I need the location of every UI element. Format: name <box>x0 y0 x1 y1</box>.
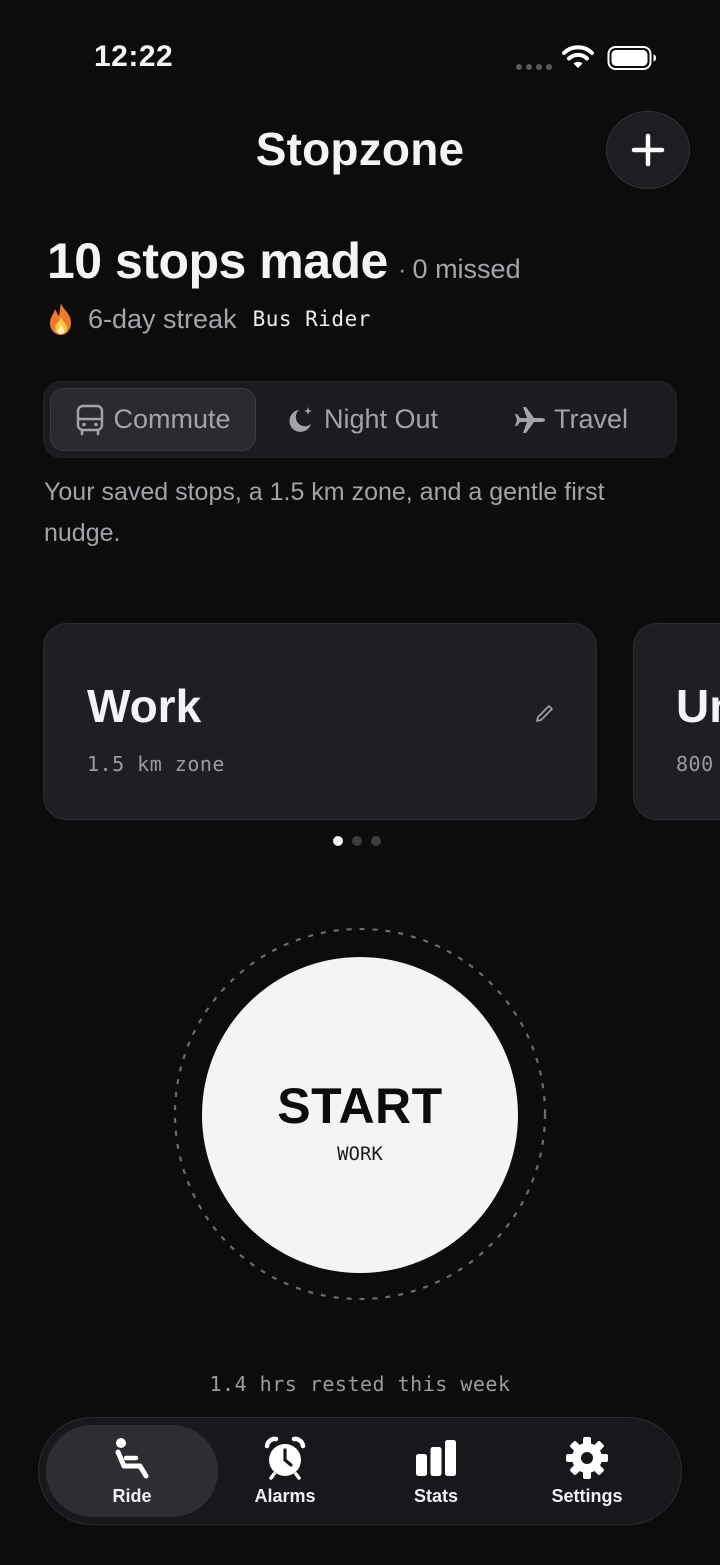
start-area: START WORK <box>172 926 548 1302</box>
page-dot[interactable] <box>352 836 362 846</box>
preset-commute[interactable]: Commute <box>50 388 256 451</box>
preset-travel[interactable]: Travel <box>514 388 628 451</box>
bar-chart-icon <box>416 1439 456 1476</box>
preset-label: Commute <box>113 404 231 434</box>
destination-card-work[interactable]: Work 1.5 km zone <box>43 623 597 820</box>
tab-label: Stats <box>413 1485 458 1506</box>
add-stop-button[interactable] <box>606 111 690 189</box>
seat-icon <box>115 1437 149 1478</box>
card-title: Un <box>676 680 720 732</box>
tab-bar: Ride Alarms Stats Settings <box>38 1417 682 1525</box>
plane-icon <box>515 406 545 433</box>
gear-icon <box>566 1436 608 1479</box>
card-title: Work <box>87 680 202 732</box>
preset-selector: Commute Night Out Travel <box>43 381 677 458</box>
preset-description: Your saved stops, a 1.5 km zone, and a g… <box>44 478 605 547</box>
tab-stats[interactable]: Stats <box>350 1425 522 1517</box>
fire-icon <box>50 303 71 335</box>
page-dot[interactable] <box>333 836 343 846</box>
preset-label: Travel <box>554 404 629 434</box>
stops-summary: 10 stops made · 0 missed <box>47 232 521 290</box>
start-button[interactable]: START WORK <box>202 957 518 1273</box>
stops-made-count: 10 stops made <box>47 233 388 289</box>
start-destination: WORK <box>337 1143 383 1165</box>
pencil-icon[interactable] <box>534 702 556 724</box>
card-zone: 800 <box>676 752 714 776</box>
status-time: 12:22 <box>94 40 174 73</box>
tab-label: Alarms <box>254 1485 316 1506</box>
moon-sparkle-icon <box>289 406 312 432</box>
preset-night-out[interactable]: Night Out <box>286 388 438 451</box>
missed-count: 0 missed <box>412 254 521 284</box>
streak-row: 6-day streak Bus Rider <box>46 302 371 336</box>
wifi-icon <box>562 45 594 68</box>
preset-label: Night Out <box>324 404 439 434</box>
card-zone: 1.5 km zone <box>87 752 225 776</box>
separator-dot: · <box>397 254 407 284</box>
destination-card-next[interactable]: Un 800 <box>633 623 720 820</box>
plus-icon <box>631 133 665 167</box>
rider-badge: Bus Rider <box>252 307 371 331</box>
tab-label: Settings <box>551 1485 623 1506</box>
battery-icon <box>607 46 656 70</box>
tab-ride[interactable]: Ride <box>46 1425 218 1517</box>
bus-icon <box>77 404 104 435</box>
streak-text: 6-day streak <box>88 303 237 334</box>
carousel-pagination <box>333 836 381 846</box>
cellular-signal-icon <box>516 64 552 70</box>
status-bar: 12:22 <box>0 0 720 110</box>
tab-label: Ride <box>112 1485 152 1506</box>
alarm-clock-icon <box>264 1436 306 1480</box>
page-dot[interactable] <box>371 836 381 846</box>
rest-summary: 1.4 hrs rested this week <box>209 1372 511 1396</box>
tab-settings[interactable]: Settings <box>501 1425 673 1517</box>
tab-alarms[interactable]: Alarms <box>199 1425 371 1517</box>
start-label: START <box>277 1078 443 1134</box>
